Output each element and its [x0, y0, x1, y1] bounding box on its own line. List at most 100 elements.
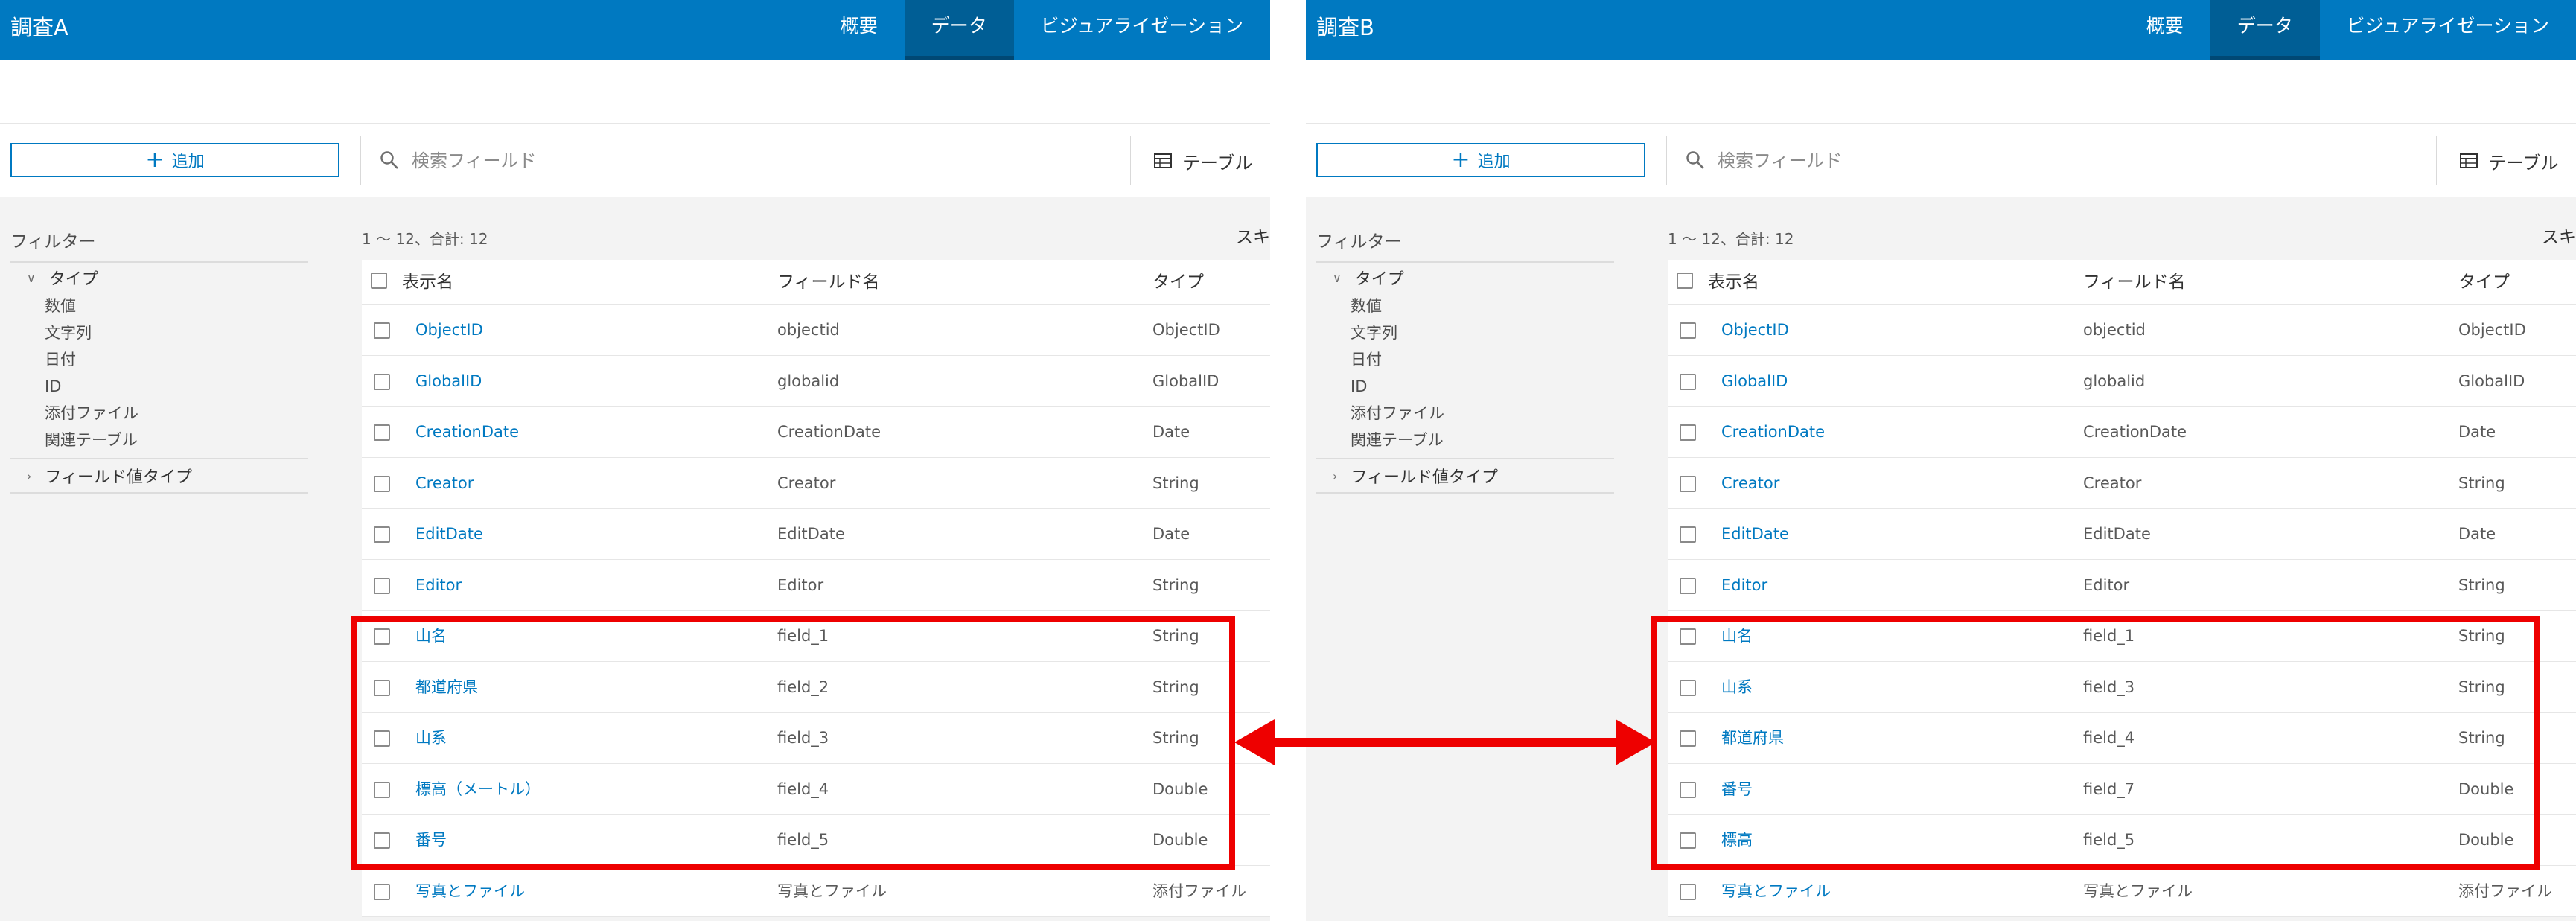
row-checkbox[interactable] — [374, 322, 390, 339]
filter-group-value-type[interactable]: › フィールド値タイプ — [10, 459, 308, 492]
display-name-link[interactable]: 番号 — [1721, 764, 1753, 815]
select-all-checkbox[interactable] — [371, 273, 387, 289]
filter-item[interactable]: 文字列 — [1316, 319, 1614, 346]
column-header-type[interactable]: タイプ — [1152, 260, 1204, 305]
search-icon — [380, 151, 398, 169]
nav-tab-data[interactable]: データ — [904, 0, 1014, 60]
select-all-checkbox[interactable] — [1677, 273, 1693, 289]
nav-tab-overview[interactable]: 概要 — [2120, 0, 2210, 60]
row-checkbox[interactable] — [1680, 526, 1696, 543]
display-name-link[interactable]: 写真とファイル — [1721, 866, 1831, 917]
filter-item[interactable]: ID — [10, 373, 308, 400]
field-name-cell: EditDate — [777, 525, 845, 543]
filter-item[interactable]: 関連テーブル — [1316, 427, 1614, 453]
field-name-cell: globalid — [777, 372, 840, 390]
row-checkbox[interactable] — [374, 424, 390, 441]
display-name-link[interactable]: 山系 — [1721, 662, 1753, 713]
row-checkbox[interactable] — [374, 526, 390, 543]
column-header-field-name[interactable]: フィールド名 — [2083, 260, 2186, 305]
filter-item[interactable]: 文字列 — [10, 319, 308, 346]
search-fields-input[interactable] — [412, 146, 1082, 176]
filter-item[interactable]: 日付 — [10, 346, 308, 373]
filter-item[interactable]: 日付 — [1316, 346, 1614, 373]
search-fields-input[interactable] — [1718, 146, 2388, 176]
display-name-link[interactable]: Editor — [415, 560, 462, 611]
display-name-link[interactable]: GlobalID — [1721, 356, 1788, 407]
table-row: 番号 field_5 Double — [362, 815, 1270, 866]
table-row: EditDate EditDate Date — [362, 509, 1270, 560]
display-name-link[interactable]: 山名 — [1721, 611, 1753, 661]
display-name-link[interactable]: 都道府県 — [1721, 713, 1784, 763]
table-view-toggle[interactable]: テーブル — [1182, 148, 1253, 174]
row-checkbox[interactable] — [1680, 883, 1696, 900]
display-name-link[interactable]: 写真とファイル — [415, 866, 525, 917]
column-header-type[interactable]: タイプ — [2458, 260, 2510, 305]
toolbar-divider — [1130, 136, 1131, 185]
filter-group-type[interactable]: ∨ タイプ — [10, 263, 308, 293]
nav-tab-visualization[interactable]: ビジュアライゼーション — [1014, 0, 1270, 60]
display-name-link[interactable]: 標高 — [1721, 815, 1753, 865]
filter-item[interactable]: 数値 — [1316, 293, 1614, 319]
display-name-link[interactable]: CreationDate — [1721, 407, 1825, 457]
display-name-link[interactable]: 標高（メートル） — [415, 764, 541, 815]
row-checkbox[interactable] — [1680, 577, 1696, 594]
row-checkbox[interactable] — [374, 373, 390, 390]
row-checkbox[interactable] — [374, 883, 390, 900]
display-name-link[interactable]: Creator — [1721, 458, 1779, 509]
filter-item[interactable]: 数値 — [10, 293, 308, 319]
add-button-label: 追加 — [171, 153, 205, 171]
display-name-link[interactable]: CreationDate — [415, 407, 519, 457]
display-name-link[interactable]: Creator — [415, 458, 474, 509]
display-name-link[interactable]: EditDate — [1721, 509, 1789, 559]
nav-tab-visualization[interactable]: ビジュアライゼーション — [2320, 0, 2576, 60]
table-row: 写真とファイル 写真とファイル 添付ファイル — [362, 866, 1270, 917]
row-checkbox[interactable] — [374, 577, 390, 594]
nav-tab-data[interactable]: データ — [2210, 0, 2320, 60]
row-checkbox[interactable] — [1680, 628, 1696, 645]
row-checkbox[interactable] — [374, 730, 390, 747]
display-name-link[interactable]: Editor — [1721, 560, 1767, 611]
display-name-link[interactable]: 番号 — [415, 815, 447, 865]
filter-divider — [10, 492, 308, 494]
display-name-link[interactable]: 山名 — [415, 611, 447, 661]
field-name-cell: field_5 — [777, 831, 829, 849]
filter-group-value-type[interactable]: › フィールド値タイプ — [1316, 459, 1614, 492]
filter-item[interactable]: 関連テーブル — [10, 427, 308, 453]
display-name-link[interactable]: EditDate — [415, 509, 483, 559]
add-field-button[interactable]: + 追加 — [1316, 143, 1645, 177]
row-checkbox[interactable] — [1680, 730, 1696, 747]
column-header-display-name[interactable]: 表示名 — [1708, 260, 1759, 305]
row-checkbox[interactable] — [1680, 475, 1696, 492]
nav-tab-overview[interactable]: 概要 — [814, 0, 905, 60]
row-checkbox[interactable] — [1680, 679, 1696, 696]
display-name-link[interactable]: GlobalID — [415, 356, 482, 407]
field-type-cell: Date — [1152, 525, 1190, 543]
table-row: CreationDate CreationDate Date — [1668, 407, 2576, 458]
filter-title: フィルター — [1316, 232, 1402, 252]
table-view-toggle[interactable]: テーブル — [2488, 148, 2559, 174]
row-checkbox[interactable] — [1680, 424, 1696, 441]
row-checkbox[interactable] — [374, 475, 390, 492]
display-name-link[interactable]: 都道府県 — [415, 662, 478, 713]
column-header-display-name[interactable]: 表示名 — [402, 260, 453, 305]
row-checkbox[interactable] — [1680, 373, 1696, 390]
filter-group-label: タイプ — [1354, 270, 1404, 289]
filter-item[interactable]: 添付ファイル — [10, 400, 308, 427]
filter-divider — [1316, 492, 1614, 494]
display-name-link[interactable]: 山系 — [415, 713, 447, 763]
row-checkbox[interactable] — [374, 679, 390, 696]
column-header-field-name[interactable]: フィールド名 — [777, 260, 880, 305]
row-checkbox[interactable] — [374, 781, 390, 798]
filter-group-type[interactable]: ∨ タイプ — [1316, 263, 1614, 293]
display-name-link[interactable]: ObjectID — [1721, 305, 1789, 355]
row-checkbox[interactable] — [374, 832, 390, 849]
filter-item[interactable]: 添付ファイル — [1316, 400, 1614, 427]
table-row: 標高（メートル） field_4 Double — [362, 764, 1270, 815]
row-checkbox[interactable] — [1680, 832, 1696, 849]
add-field-button[interactable]: + 追加 — [10, 143, 339, 177]
display-name-link[interactable]: ObjectID — [415, 305, 483, 355]
row-checkbox[interactable] — [374, 628, 390, 645]
row-checkbox[interactable] — [1680, 322, 1696, 339]
filter-item[interactable]: ID — [1316, 373, 1614, 400]
row-checkbox[interactable] — [1680, 781, 1696, 798]
